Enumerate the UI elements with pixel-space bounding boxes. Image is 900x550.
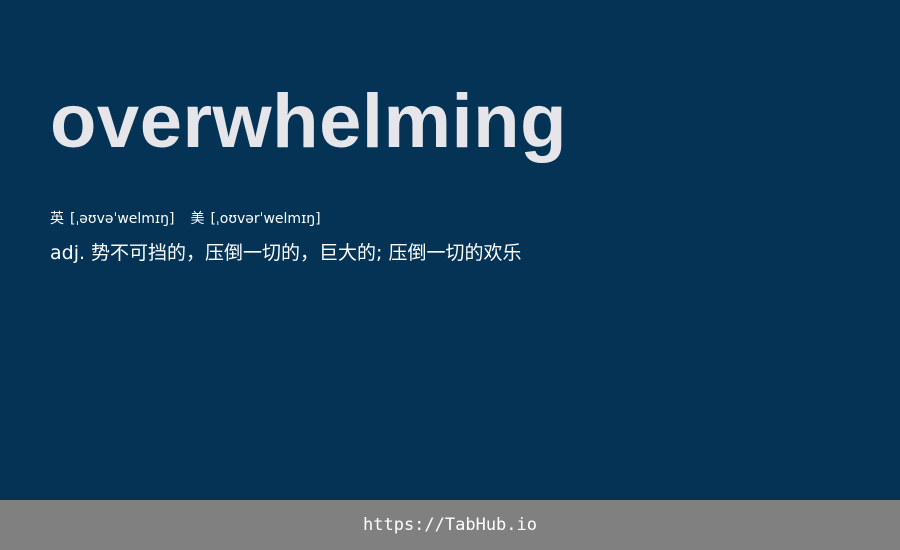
us-phonetic: [ˌoʊvərˈwelmɪŋ] <box>210 211 321 227</box>
us-label: 美 <box>190 211 205 227</box>
headword: overwhelming <box>50 79 567 164</box>
tabhub-link[interactable]: https://TabHub.io <box>363 515 537 535</box>
word-card: overwhelming 英 [ˌəʊvəˈwelmɪŋ] 美 [ˌoʊvərˈ… <box>50 70 850 266</box>
footer-bar: https://TabHub.io <box>0 500 900 550</box>
word-card-page: overwhelming 英 [ˌəʊvəˈwelmɪŋ] 美 [ˌoʊvərˈ… <box>0 0 900 550</box>
uk-phonetic: [ˌəʊvəˈwelmɪŋ] <box>70 211 175 227</box>
definition: adj. 势不可挡的，压倒一切的，巨大的; 压倒一切的欢乐 <box>50 242 522 264</box>
phonetics-row: 英 [ˌəʊvəˈwelmɪŋ] 美 [ˌoʊvərˈwelmɪŋ] <box>50 212 850 226</box>
uk-pronunciation: 英 [ˌəʊvəˈwelmɪŋ] <box>50 212 174 226</box>
uk-label: 英 <box>50 211 64 227</box>
us-pronunciation: 美 [ˌoʊvərˈwelmɪŋ] <box>190 212 320 226</box>
